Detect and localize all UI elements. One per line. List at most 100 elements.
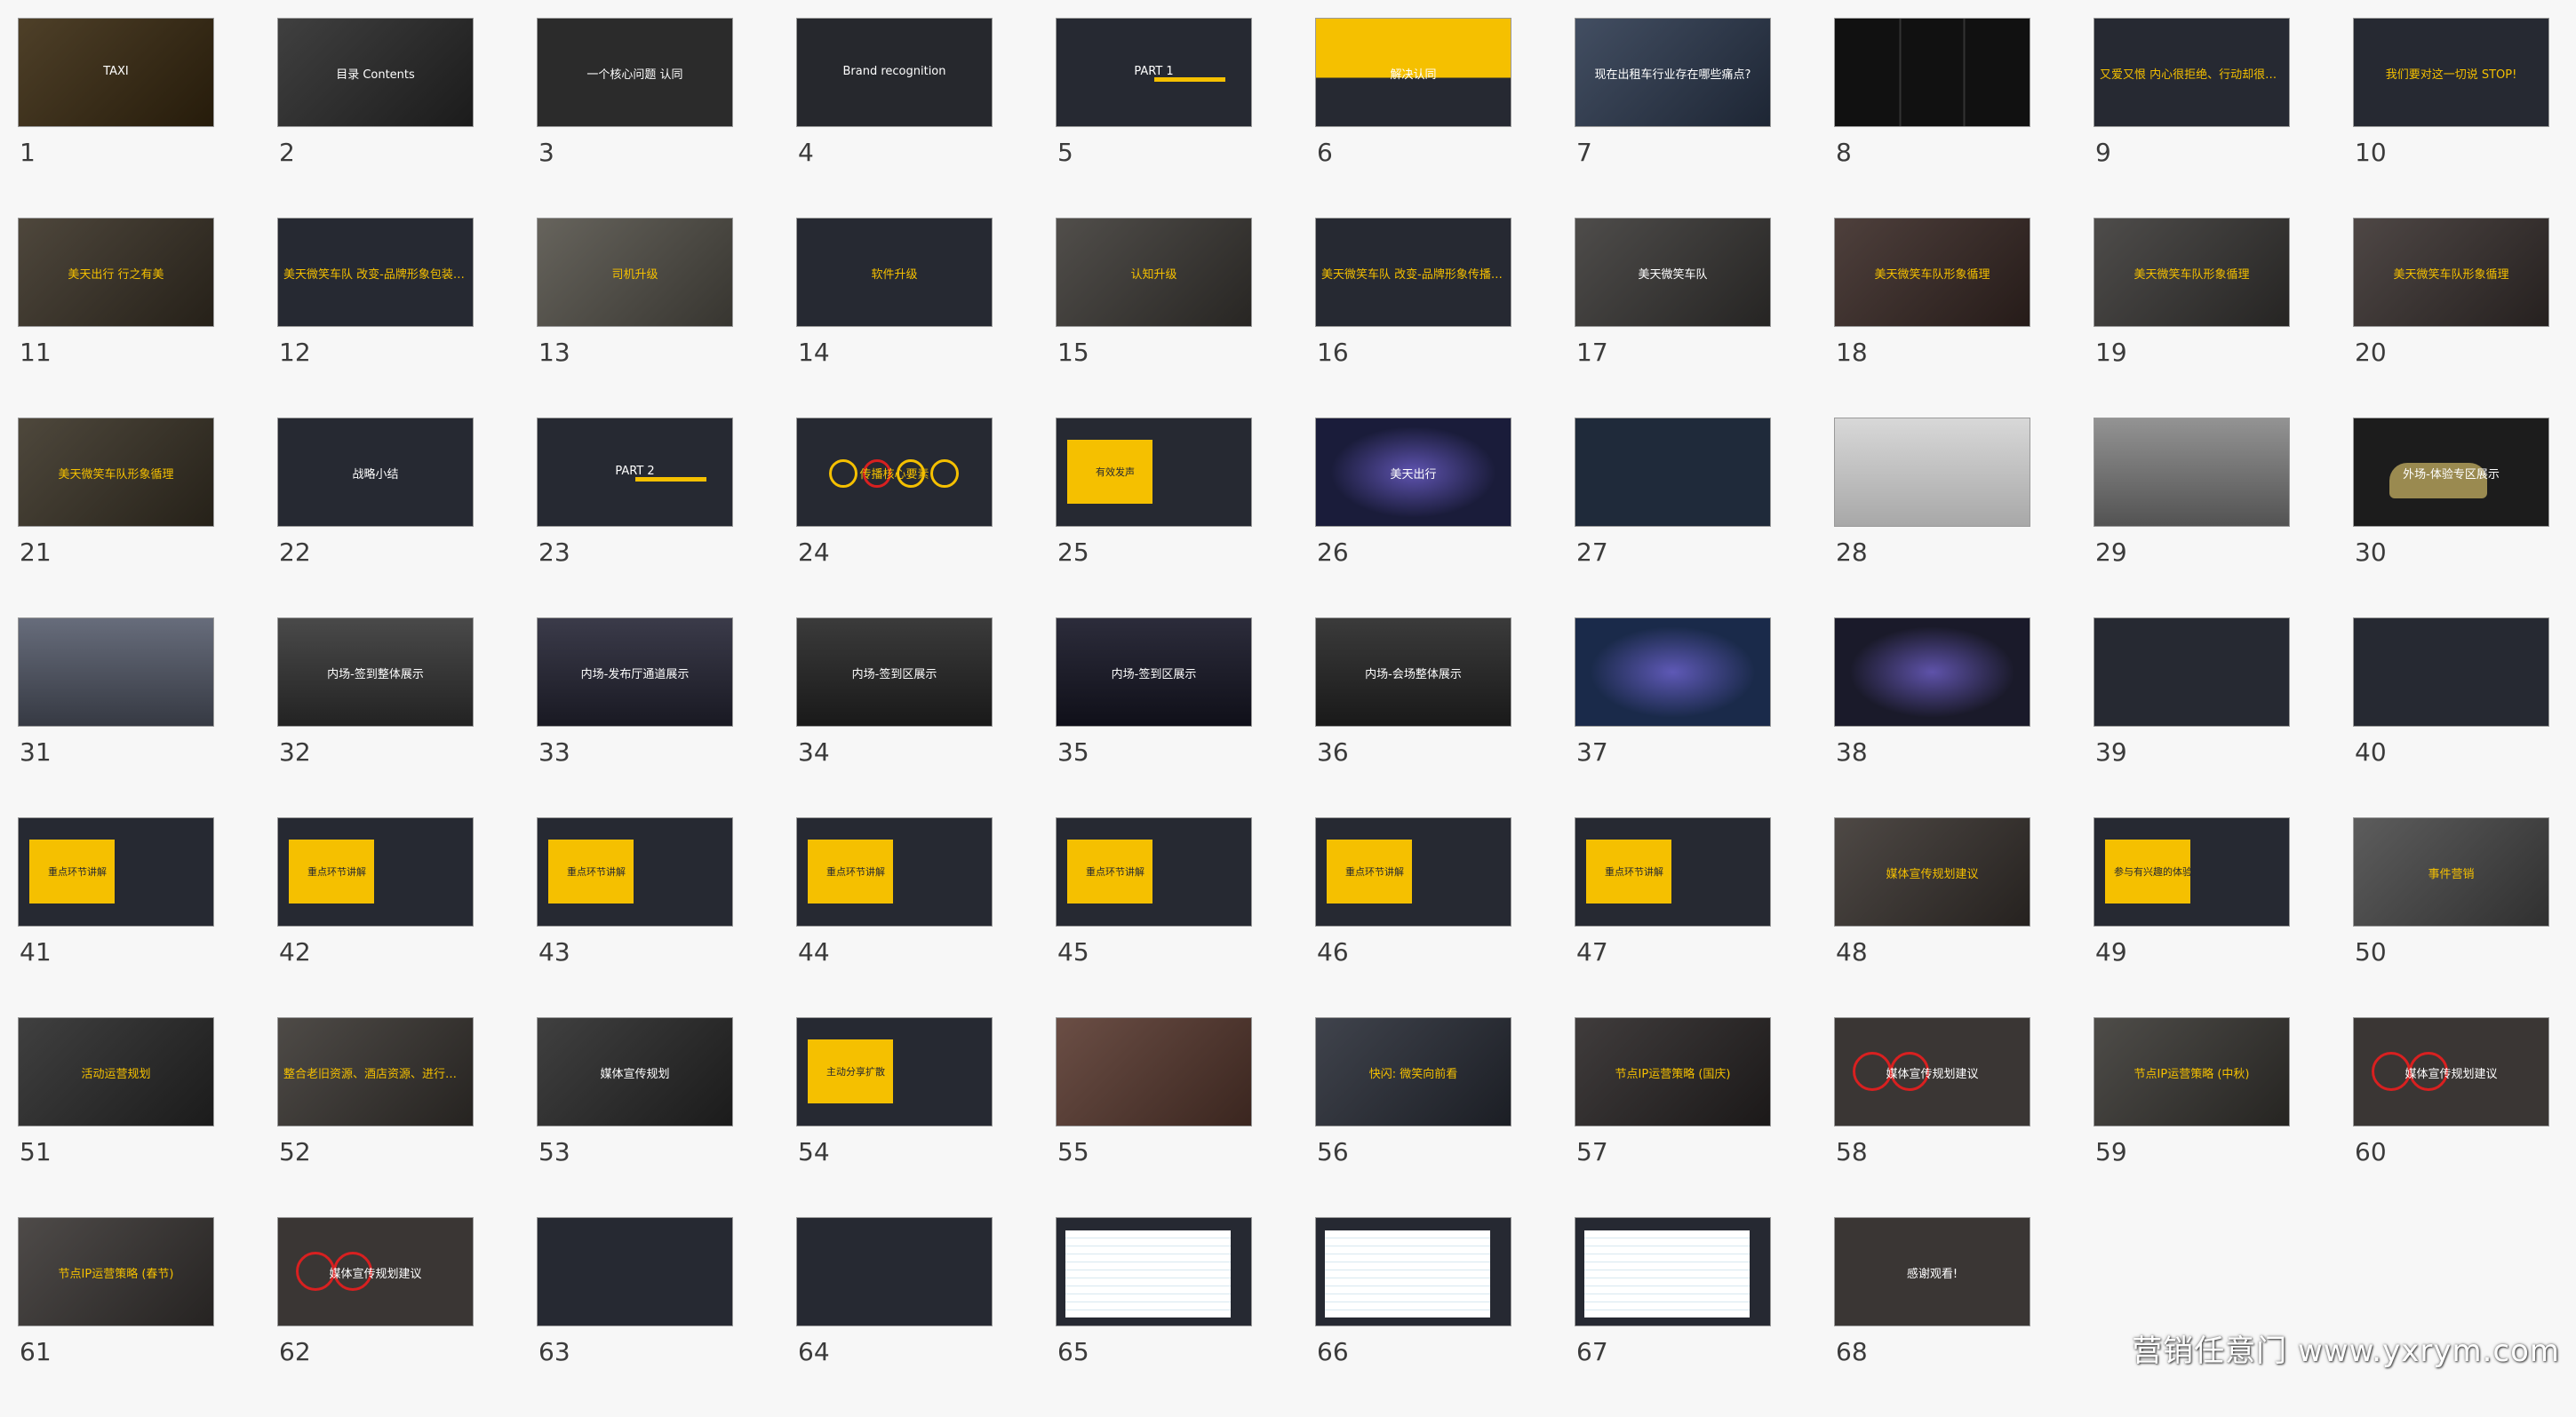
slide-thumbnail[interactable]: 美天出行 <box>1315 418 1511 527</box>
slide-thumbnail[interactable]: 美天出行 行之有美 <box>18 218 214 327</box>
slide-thumbnail[interactable]: 司机升级 <box>537 218 733 327</box>
slide-title: PART 1 <box>1134 65 1174 78</box>
slide-thumbnail[interactable]: 美天微笑车队 <box>1575 218 1771 327</box>
slide-number: 11 <box>20 338 52 367</box>
slide-thumbnail[interactable]: 重点环节讲解 <box>1315 817 1511 927</box>
slide-thumbnail[interactable] <box>1056 1217 1252 1326</box>
slide-thumbnail[interactable]: 整合老旧资源、酒店资源、进行资源整合 <box>277 1017 474 1126</box>
slide-thumbnail[interactable]: 内场-签到区展示 <box>796 617 993 727</box>
slide-number: 42 <box>279 937 311 967</box>
slide-thumbnail[interactable]: 美天微笑车队形象循理 <box>1834 218 2030 327</box>
slide-thumbnail[interactable]: Brand recognition <box>796 18 993 127</box>
slide-thumbnail[interactable]: 又爱又恨 内心很拒绝、行动却很诚实 <box>2093 18 2290 127</box>
slide-thumbnail[interactable]: 媒体宣传规划建议 <box>1834 1017 2030 1126</box>
slide-title: 节点IP运营策略 (国庆) <box>1615 1068 1731 1081</box>
slide-thumbnail[interactable]: 解决认同 <box>1315 18 1511 127</box>
slide-thumbnail[interactable] <box>537 1217 733 1326</box>
slide-thumbnail[interactable]: 内场-签到区展示 <box>1056 617 1252 727</box>
slide-number: 22 <box>279 537 311 567</box>
slide-number: 68 <box>1836 1337 1868 1366</box>
slide-thumbnail[interactable] <box>1834 18 2030 127</box>
slide-thumbnail[interactable] <box>1315 1217 1511 1326</box>
slide-number: 10 <box>2355 138 2387 167</box>
slide-thumbnail[interactable]: 重点环节讲解 <box>796 817 993 927</box>
slide-cell: Brand recognition 4 <box>796 18 993 218</box>
slide-number: 20 <box>2355 338 2387 367</box>
slide-thumbnail[interactable]: 媒体宣传规划 <box>537 1017 733 1126</box>
slide-number: 26 <box>1317 537 1349 567</box>
slide-cell: 媒体宣传规划建议 58 <box>1834 1017 2030 1217</box>
slide-number: 52 <box>279 1137 311 1166</box>
slide-thumbnail[interactable] <box>1575 617 1771 727</box>
slide-thumbnail[interactable]: 节点IP运营策略 (中秋) <box>2093 1017 2290 1126</box>
slide-thumbnail[interactable] <box>1834 418 2030 527</box>
slide-thumbnail[interactable]: 媒体宣传规划建议 <box>2353 1017 2549 1126</box>
slide-thumbnail[interactable]: 节点IP运营策略 (春节) <box>18 1217 214 1326</box>
slide-thumbnail[interactable]: 美天微笑车队 改变-品牌形象包装角度 <box>277 218 474 327</box>
slide-thumbnail[interactable]: 一个核心问题 认同 <box>537 18 733 127</box>
slide-title: 整合老旧资源、酒店资源、进行资源整合 <box>283 1068 473 1081</box>
slide-thumbnail[interactable]: 内场-签到整体展示 <box>277 617 474 727</box>
slide-thumbnail[interactable]: 快闪: 微笑向前看 <box>1315 1017 1511 1126</box>
slide-thumbnail[interactable]: TAXI <box>18 18 214 127</box>
slide-thumbnail[interactable] <box>1575 1217 1771 1326</box>
slide-cell: 66 <box>1315 1217 1511 1417</box>
slide-cell: 内场-会场整体展示 36 <box>1315 617 1511 817</box>
slide-thumbnail[interactable]: 认知升级 <box>1056 218 1252 327</box>
slide-thumbnail[interactable]: 媒体宣传规划建议 <box>277 1217 474 1326</box>
slide-number: 48 <box>1836 937 1868 967</box>
slide-thumbnail[interactable]: 有效发声 <box>1056 418 1252 527</box>
slide-title: 解决认同 <box>1390 68 1437 82</box>
slide-cell: 内场-签到区展示 35 <box>1056 617 1252 817</box>
slide-thumbnail[interactable]: 内场-会场整体展示 <box>1315 617 1511 727</box>
slide-thumbnail[interactable]: 目录 Contents <box>277 18 474 127</box>
slide-thumbnail[interactable]: 重点环节讲解 <box>1056 817 1252 927</box>
slide-thumbnail[interactable] <box>796 1217 993 1326</box>
slide-thumbnail[interactable]: 重点环节讲解 <box>18 817 214 927</box>
slide-cell: 55 <box>1056 1017 1252 1217</box>
slide-thumbnail[interactable]: 重点环节讲解 <box>1575 817 1771 927</box>
slide-thumbnail[interactable]: 感谢观看! <box>1834 1217 2030 1326</box>
slide-thumbnail[interactable]: 事件营销 <box>2353 817 2549 927</box>
slide-thumbnail[interactable]: 美天微笑车队形象循理 <box>2353 218 2549 327</box>
slide-title: 重点环节讲解 <box>307 866 366 878</box>
slide-thumbnail[interactable]: 现在出租车行业存在哪些痛点? <box>1575 18 1771 127</box>
slide-thumbnail[interactable] <box>1575 418 1771 527</box>
slide-thumbnail[interactable]: 美天微笑车队形象循理 <box>18 418 214 527</box>
slide-cell: 40 <box>2353 617 2549 817</box>
slide-thumbnail[interactable]: 美天微笑车队 改变-品牌形象传播角度 <box>1315 218 1511 327</box>
slide-thumbnail[interactable]: 重点环节讲解 <box>277 817 474 927</box>
slide-cell: 美天微笑车队 改变-品牌形象包装角度 12 <box>277 218 474 418</box>
slide-thumbnail[interactable]: 软件升级 <box>796 218 993 327</box>
slide-number: 51 <box>20 1137 52 1166</box>
slide-thumbnail[interactable]: 美天微笑车队形象循理 <box>2093 218 2290 327</box>
slide-thumbnail[interactable]: 战略小结 <box>277 418 474 527</box>
slide-number: 56 <box>1317 1137 1349 1166</box>
slide-cell: 节点IP运营策略 (国庆) 57 <box>1575 1017 1771 1217</box>
slide-title: 又爱又恨 内心很拒绝、行动却很诚实 <box>2100 68 2289 82</box>
slide-thumbnail[interactable] <box>1834 617 2030 727</box>
slide-thumbnail[interactable]: 媒体宣传规划建议 <box>1834 817 2030 927</box>
slide-thumbnail[interactable]: PART 1 <box>1056 18 1252 127</box>
slide-thumbnail[interactable]: 参与有兴趣的体验 <box>2093 817 2290 927</box>
slide-title: 事件营销 <box>2428 868 2475 881</box>
slide-thumbnail[interactable]: 节点IP运营策略 (国庆) <box>1575 1017 1771 1126</box>
slide-thumbnail[interactable]: 外场-体验专区展示 <box>2353 418 2549 527</box>
slide-cell: 美天微笑车队形象循理 18 <box>1834 218 2030 418</box>
slide-artwork <box>797 1218 992 1325</box>
slide-thumbnail[interactable]: PART 2 <box>537 418 733 527</box>
slide-thumbnail[interactable]: 我们要对这一切说 STOP! <box>2353 18 2549 127</box>
slide-thumbnail[interactable] <box>2353 617 2549 727</box>
slide-thumbnail[interactable] <box>18 617 214 727</box>
slide-thumbnail[interactable]: 重点环节讲解 <box>537 817 733 927</box>
slide-thumbnail[interactable]: 主动分享扩散 <box>796 1017 993 1126</box>
slide-number: 3 <box>538 138 554 167</box>
slide-thumbnail[interactable]: 内场-发布厅通道展示 <box>537 617 733 727</box>
slide-thumbnail[interactable]: 活动运营规划 <box>18 1017 214 1126</box>
slide-thumbnail[interactable] <box>1056 1017 1252 1126</box>
slide-thumbnail[interactable] <box>2093 418 2290 527</box>
slide-thumbnail[interactable]: 传播核心要素 <box>796 418 993 527</box>
slide-thumbnail[interactable] <box>2093 617 2290 727</box>
slide-cell: 美天微笑车队 17 <box>1575 218 1771 418</box>
slide-cell: 31 <box>18 617 214 817</box>
